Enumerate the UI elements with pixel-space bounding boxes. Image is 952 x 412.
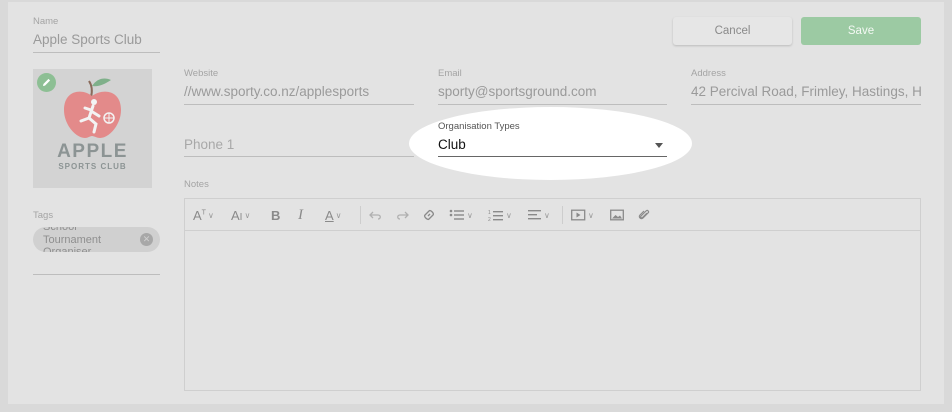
email-value: sporty@sportsground.com <box>438 84 597 99</box>
remove-tag-icon[interactable]: ✕ <box>140 233 153 246</box>
text-size-button[interactable]: AI ∨ <box>231 206 250 224</box>
font-color-icon: A <box>325 207 334 223</box>
phone-placeholder: Phone 1 <box>184 137 235 152</box>
font-color-button[interactable]: A ∨ <box>325 206 342 224</box>
chevron-down-icon: ∨ <box>335 210 342 220</box>
svg-text:1: 1 <box>488 210 491 216</box>
align-icon <box>528 210 541 220</box>
chevron-down-icon: ∨ <box>588 210 594 220</box>
organisation-types-label: Organisation Types <box>438 121 520 132</box>
logo-text-apple: APPLE <box>57 141 128 162</box>
attachment-button[interactable] <box>638 206 650 224</box>
chevron-down-icon: ∨ <box>244 210 251 220</box>
address-value: 42 Percival Road, Frimley, Hastings, Haw <box>691 84 921 99</box>
video-icon <box>571 209 586 221</box>
website-label: Website <box>184 68 219 79</box>
name-label: Name <box>33 16 59 27</box>
align-button[interactable]: ∨ <box>528 206 550 224</box>
email-underline <box>438 104 667 105</box>
bullet-list-icon <box>449 209 464 220</box>
video-button[interactable]: ∨ <box>571 206 594 224</box>
bold-icon: B <box>271 207 281 223</box>
notes-textarea[interactable] <box>185 232 920 390</box>
bold-button[interactable]: B <box>271 206 280 224</box>
attachment-icon <box>638 209 650 220</box>
organisation-types-underline <box>438 156 667 157</box>
name-value: Apple Sports Club <box>33 32 142 47</box>
phone-underline <box>184 156 414 157</box>
address-field[interactable]: Address 42 Percival Road, Frimley, Hasti… <box>691 68 921 106</box>
font-size-icon: AT <box>193 207 206 223</box>
link-button[interactable] <box>422 206 436 224</box>
image-button[interactable] <box>610 206 624 224</box>
chevron-down-icon: ∨ <box>544 210 550 220</box>
address-label: Address <box>691 68 726 79</box>
text-size-icon: AI <box>231 207 243 223</box>
pencil-icon <box>43 78 51 86</box>
save-button[interactable]: Save <box>801 17 921 45</box>
bullet-list-button[interactable]: ∨ <box>449 206 473 224</box>
logo-text-sports-club: SPORTS CLUB <box>58 162 127 171</box>
email-field[interactable]: Email sporty@sportsground.com <box>438 68 667 106</box>
toolbar-divider <box>562 206 563 224</box>
link-icon <box>424 210 434 220</box>
toolbar-divider <box>360 206 361 224</box>
editor-toolbar: AT ∨ AI ∨ B I A ∨ ∨ 1 2 ∨ ∨ ∨ <box>185 199 920 231</box>
numbered-list-button[interactable]: 1 2 ∨ <box>488 206 512 224</box>
address-underline <box>691 104 921 105</box>
redo-icon <box>397 211 409 220</box>
numbered-list-icon: 12 <box>488 210 503 222</box>
svg-text:2: 2 <box>488 217 491 222</box>
website-field[interactable]: Website //www.sporty.co.nz/applesports <box>184 68 414 106</box>
tag-chip-label: School Tournament Organiser <box>43 227 102 252</box>
website-underline <box>184 104 414 105</box>
cancel-button[interactable]: Cancel <box>673 17 792 45</box>
redo-button[interactable] <box>395 206 409 224</box>
tag-chip[interactable]: School Tournament Organiser ✕ <box>33 227 160 252</box>
chevron-down-icon: ∨ <box>467 210 473 220</box>
chevron-down-icon: ∨ <box>207 210 214 220</box>
undo-icon <box>369 211 381 220</box>
name-underline <box>33 52 160 53</box>
notes-editor[interactable]: AT ∨ AI ∨ B I A ∨ ∨ 1 2 ∨ ∨ ∨ <box>184 198 921 391</box>
chevron-down-icon: ∨ <box>506 210 512 220</box>
notes-label: Notes <box>184 179 209 190</box>
name-field[interactable]: Name Apple Sports Club <box>33 16 160 54</box>
phone-field[interactable]: Phone 1 <box>184 136 414 158</box>
tags-label: Tags <box>33 210 54 221</box>
edit-logo-button[interactable] <box>37 73 56 92</box>
italic-button[interactable]: I <box>298 206 303 224</box>
dropdown-arrow-icon[interactable] <box>655 143 663 148</box>
organisation-types-select[interactable]: Club <box>438 137 466 152</box>
email-label: Email <box>438 68 462 79</box>
italic-icon: I <box>298 206 303 223</box>
image-icon <box>610 209 624 221</box>
undo-button[interactable] <box>369 206 383 224</box>
website-value: //www.sporty.co.nz/applesports <box>184 84 370 99</box>
tags-underline <box>33 274 160 275</box>
font-size-button[interactable]: AT ∨ <box>193 206 214 224</box>
